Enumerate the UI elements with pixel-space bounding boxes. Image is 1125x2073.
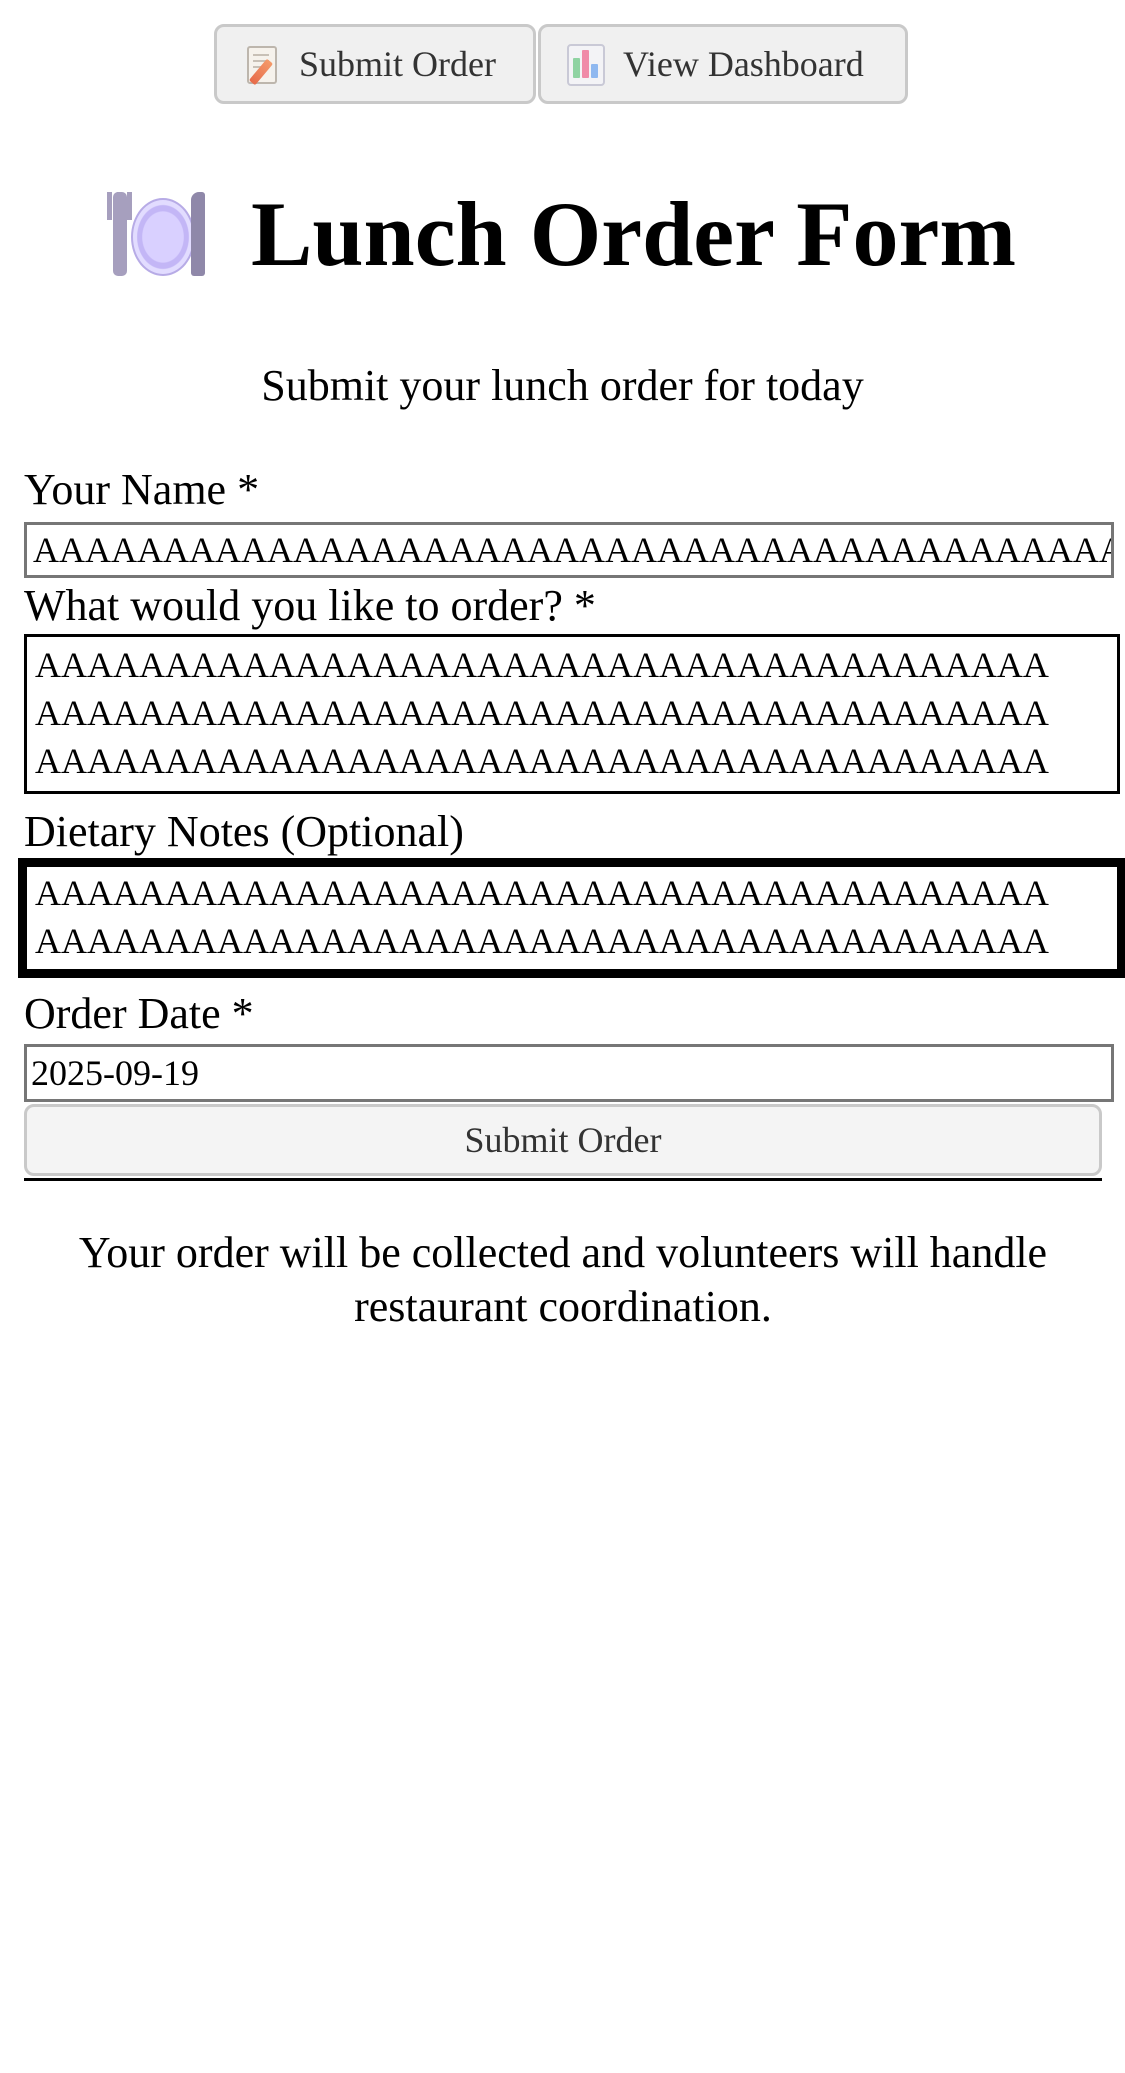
order-date-input[interactable]: 2025-09-19 [24,1044,1114,1102]
order-date-label: Order Date * [24,989,254,1038]
bar-chart-icon [567,44,605,86]
divider [24,1178,1102,1181]
nav-submit-order-button[interactable]: Submit Order [214,24,536,104]
submit-order-button[interactable]: Submit Order [24,1104,1102,1176]
fork-knife-plate-icon [107,188,209,280]
nav-submit-order-label: Submit Order [299,44,496,84]
top-nav: Submit Order View Dashboard [214,24,908,104]
page-header: Lunch Order Form [0,188,1125,280]
nav-view-dashboard-button[interactable]: View Dashboard [538,24,908,104]
name-input[interactable]: AAAAAAAAAAAAAAAAAAAAAAAAAAAAAAAAAAAAAAAA… [24,522,1114,578]
page: Submit Order View Dashboard Lunch Order … [0,0,1125,2073]
order-textarea[interactable]: AAAAAAAAAAAAAAAAAAAAAAAAAAAAAAAAAAAAAAA … [24,634,1120,794]
dietary-notes-label: Dietary Notes (Optional) [24,807,464,856]
name-label: Your Name * [24,465,260,514]
memo-icon [243,44,279,86]
page-subtitle: Submit your lunch order for today [261,361,864,410]
order-label: What would you like to order? * [24,581,596,630]
dietary-notes-textarea[interactable]: AAAAAAAAAAAAAAAAAAAAAAAAAAAAAAAAAAAAAAA … [18,858,1125,978]
nav-view-dashboard-label: View Dashboard [623,44,864,84]
page-title: Lunch Order Form [251,183,1016,285]
footer-note: Your order will be collected and volunte… [78,1228,1048,1331]
